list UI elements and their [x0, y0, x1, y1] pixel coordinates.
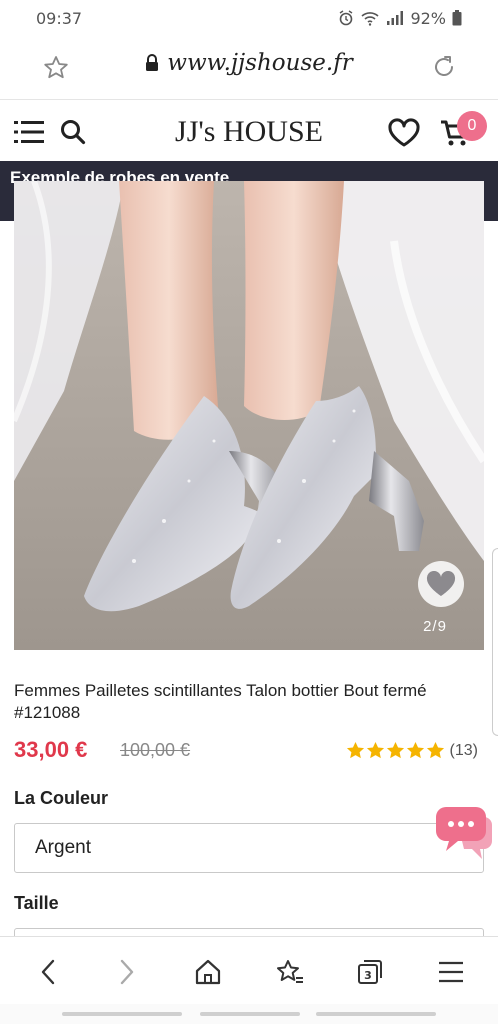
star-icon [366, 741, 384, 759]
status-time: 09:37 [36, 8, 83, 28]
product-image[interactable] [14, 181, 484, 650]
gallery-counter: 2/9 [423, 618, 447, 635]
hamburger-icon [439, 961, 463, 983]
product-page: 09:37 92% www.jjshouse.fr JJ's HOUSE 0 E… [0, 0, 498, 1024]
alarm-icon [340, 10, 353, 26]
chat-bubble-icon[interactable] [434, 803, 494, 863]
chevron-left-icon [41, 959, 55, 985]
size-label: Taille [14, 893, 59, 913]
color-select[interactable]: Argent [14, 823, 484, 873]
system-gesture-bar [0, 1004, 498, 1024]
browser-url-bar: www.jjshouse.fr [0, 36, 498, 100]
gesture-segment [62, 1012, 182, 1016]
status-icons [338, 10, 404, 26]
bookmark-star-icon [277, 960, 303, 983]
heart-icon[interactable] [387, 118, 421, 148]
cart-count-badge[interactable]: 0 [457, 111, 487, 141]
status-bar: 09:37 92% [0, 0, 498, 36]
signal-icon [387, 11, 404, 25]
lock-icon [146, 54, 159, 71]
battery-percent: 92% [410, 8, 446, 28]
home-icon [195, 959, 221, 985]
color-label: La Couleur [14, 788, 109, 808]
gesture-segment [316, 1012, 436, 1016]
chevron-right-icon [120, 959, 134, 985]
favorite-button[interactable] [418, 561, 464, 607]
product-photo [14, 181, 484, 650]
original-price: 100,00 € [120, 740, 191, 760]
battery-icon [452, 10, 462, 26]
forward-button[interactable] [112, 957, 142, 987]
reload-icon[interactable] [430, 53, 458, 81]
price-row: 33,00 € 100,00 € (13) [14, 737, 484, 767]
star-icon [426, 741, 444, 759]
wifi-icon [361, 12, 379, 26]
product-title: Femmes Pailletes scintillantes Talon bot… [14, 681, 427, 722]
menu-button[interactable] [436, 957, 466, 987]
color-select-value: Argent [35, 837, 91, 858]
back-button[interactable] [33, 957, 63, 987]
status-indicators: 92% [338, 9, 462, 28]
rating-count: (13) [449, 741, 478, 759]
tabs-icon: 3 [358, 960, 382, 984]
browser-bottom-nav: 3 [0, 936, 498, 1004]
star-icon [346, 741, 364, 759]
brand-logo[interactable]: JJ's HOUSE [0, 115, 498, 149]
home-button[interactable] [193, 957, 223, 987]
gesture-segment [200, 1012, 300, 1016]
current-price: 33,00 € [14, 737, 88, 762]
url-field[interactable]: www.jjshouse.fr [0, 50, 498, 76]
heart-icon [426, 571, 456, 596]
url-text: www.jjshouse.fr [167, 50, 353, 76]
site-header: JJ's HOUSE [0, 101, 498, 161]
star-icon [406, 741, 424, 759]
star-icon [386, 741, 404, 759]
bookmarks-button[interactable] [275, 957, 305, 987]
rating[interactable]: (13) [346, 741, 478, 760]
edge-panel-handle[interactable] [492, 548, 498, 736]
svg-text:3: 3 [364, 969, 372, 982]
tabs-button[interactable]: 3 [355, 957, 385, 987]
